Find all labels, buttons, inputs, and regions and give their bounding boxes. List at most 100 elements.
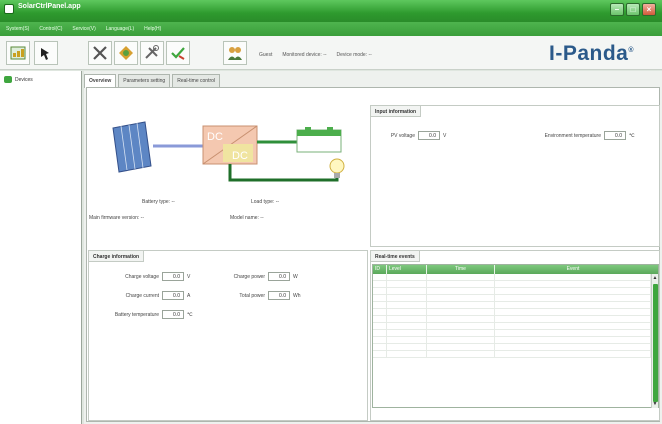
title-bar: SolarCtrlPanel.app – □ × bbox=[0, 0, 662, 22]
env-temp-unit: ℃ bbox=[629, 132, 635, 139]
main-content: Overview Parameters setting Real-time co… bbox=[84, 71, 662, 424]
app-icon bbox=[4, 4, 14, 14]
charge-information-group: Charge information Charge voltage 0.0 V … bbox=[88, 250, 368, 421]
env-temp-value: 0.0 bbox=[604, 131, 626, 140]
charge-current-unit: A bbox=[187, 292, 191, 299]
solar-panel-icon bbox=[112, 121, 152, 173]
charge-current-value: 0.0 bbox=[162, 291, 184, 300]
menu-bar: System(S) Control(C) Service(V) Language… bbox=[0, 22, 662, 36]
device-mode-label: Device mode: -- bbox=[336, 52, 372, 58]
col-level[interactable]: Level bbox=[387, 265, 427, 274]
table-row bbox=[373, 344, 658, 351]
events-scrollbar[interactable]: ▲ ▼ bbox=[651, 274, 658, 408]
tab-parameters-setting[interactable]: Parameters setting bbox=[118, 74, 171, 87]
battery-temperature-unit: ℃ bbox=[187, 311, 193, 318]
brand-logo: I-Panda® bbox=[549, 42, 635, 65]
pv-voltage-unit: V bbox=[443, 132, 447, 139]
tree-item-devices[interactable]: Devices bbox=[4, 76, 33, 83]
charge-voltage-label: Charge voltage bbox=[125, 273, 159, 280]
charge-power-value: 0.0 bbox=[268, 272, 290, 281]
menu-system[interactable]: System(S) bbox=[6, 26, 29, 32]
env-temp-label: Environment temperature bbox=[544, 132, 601, 139]
menu-help[interactable]: Help(H) bbox=[144, 26, 161, 32]
settings-button[interactable] bbox=[114, 41, 138, 65]
tab-bar: Overview Parameters setting Real-time co… bbox=[84, 74, 221, 88]
device-icon bbox=[41, 48, 49, 60]
col-event[interactable]: Event bbox=[495, 265, 651, 274]
overview-panel: DC DC Battery type: -- Load type: -- Mai… bbox=[86, 87, 660, 422]
real-time-events-group: Real-time events ID Level Time Event ▲ ▼ bbox=[370, 250, 660, 421]
menu-language[interactable]: Language(L) bbox=[106, 26, 134, 32]
battery-type-label: Battery type: -- bbox=[142, 199, 175, 205]
events-table[interactable]: ID Level Time Event ▲ ▼ bbox=[372, 264, 659, 408]
minimize-button[interactable]: – bbox=[610, 3, 624, 16]
dc-out-label: DC bbox=[232, 150, 248, 162]
table-row bbox=[373, 330, 658, 337]
device-button[interactable] bbox=[34, 41, 58, 65]
menu-control[interactable]: Control(C) bbox=[39, 26, 62, 32]
table-row bbox=[373, 288, 658, 295]
lightbulb-icon bbox=[329, 158, 345, 178]
col-id[interactable]: ID bbox=[373, 265, 387, 274]
pv-voltage-value: 0.0 bbox=[418, 131, 440, 140]
table-row bbox=[373, 302, 658, 309]
group-title: Real-time events bbox=[371, 251, 420, 262]
scrollbar-thumb[interactable] bbox=[653, 284, 658, 402]
events-table-body bbox=[373, 274, 658, 358]
input-information-group: Input information PV voltage 0.0 V Envir… bbox=[370, 105, 660, 247]
window-title: SolarCtrlPanel.app bbox=[18, 3, 81, 10]
tools2-button[interactable] bbox=[140, 41, 164, 65]
connect-icon bbox=[10, 46, 26, 60]
system-diagram: DC DC bbox=[112, 121, 345, 182]
charge-current-label: Charge current bbox=[125, 292, 159, 299]
table-row bbox=[373, 281, 658, 288]
pv-voltage-label: PV voltage bbox=[390, 132, 415, 139]
table-row bbox=[373, 323, 658, 330]
tools-icon bbox=[93, 46, 107, 60]
device-tree[interactable]: Devices bbox=[0, 71, 82, 424]
monitored-device-label: Monitored device: -- bbox=[282, 52, 327, 58]
table-row bbox=[373, 309, 658, 316]
devices-icon bbox=[4, 76, 12, 83]
users-button[interactable] bbox=[223, 41, 247, 65]
load-type-label: Load type: -- bbox=[251, 199, 280, 205]
model-name-label: Model name: -- bbox=[230, 215, 264, 221]
table-row bbox=[373, 337, 658, 344]
total-power-value: 0.0 bbox=[268, 291, 290, 300]
group-title: Input information bbox=[371, 106, 422, 117]
charge-power-label: Charge power bbox=[233, 273, 265, 280]
firmware-version-label: Main firmware version: -- bbox=[89, 215, 145, 221]
scroll-up-icon[interactable]: ▲ bbox=[652, 275, 658, 281]
tree-item-label: Devices bbox=[15, 76, 33, 83]
close-button[interactable]: × bbox=[642, 3, 656, 16]
check-button[interactable] bbox=[166, 41, 190, 65]
menu-service[interactable]: Service(V) bbox=[72, 26, 95, 32]
maximize-button[interactable]: □ bbox=[626, 3, 640, 16]
users-icon bbox=[228, 47, 242, 60]
check-icon bbox=[171, 47, 185, 60]
battery-temperature-label: Battery temperature bbox=[114, 311, 159, 318]
tab-overview[interactable]: Overview bbox=[84, 74, 117, 88]
tools-button[interactable] bbox=[88, 41, 112, 65]
table-row bbox=[373, 295, 658, 302]
events-table-header: ID Level Time Event bbox=[373, 265, 658, 274]
guest-label: Guest bbox=[259, 52, 273, 58]
group-title: Charge information bbox=[89, 251, 145, 262]
scroll-down-icon[interactable]: ▼ bbox=[652, 401, 658, 407]
battery-temperature-value: 0.0 bbox=[162, 310, 184, 319]
table-row bbox=[373, 274, 658, 281]
connect-button[interactable] bbox=[6, 41, 30, 65]
table-row bbox=[373, 351, 658, 358]
charge-voltage-unit: V bbox=[187, 273, 191, 280]
total-power-label: Total power bbox=[239, 292, 265, 299]
total-power-unit: Wh bbox=[293, 292, 301, 299]
col-time[interactable]: Time bbox=[427, 265, 495, 274]
tools2-icon bbox=[145, 45, 159, 59]
dc-in-label: DC bbox=[207, 131, 223, 143]
battery-icon bbox=[296, 127, 342, 153]
toolbar: Guest Monitored device: -- Device mode: … bbox=[0, 36, 662, 70]
table-row bbox=[373, 316, 658, 323]
charge-voltage-value: 0.0 bbox=[162, 272, 184, 281]
tab-real-time-control[interactable]: Real-time control bbox=[172, 74, 221, 87]
settings-icon bbox=[119, 46, 133, 60]
